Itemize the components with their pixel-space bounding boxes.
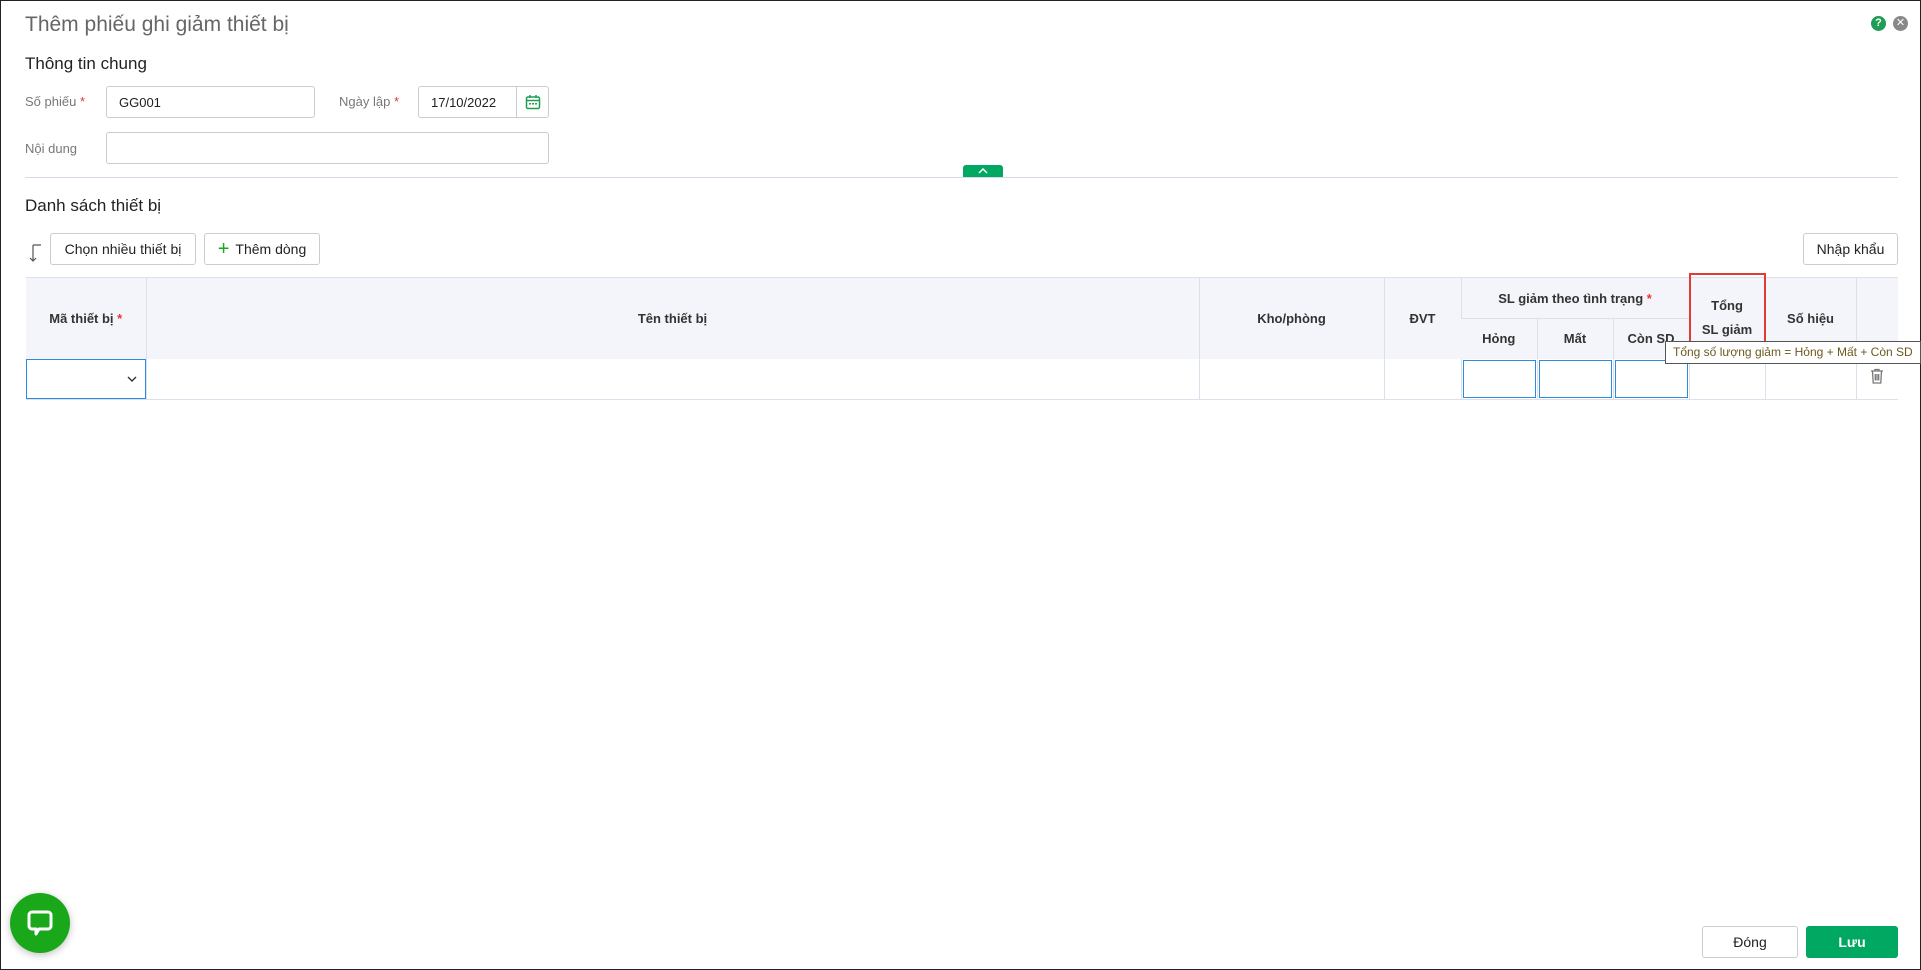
- mat-input[interactable]: [1536, 358, 1613, 400]
- col-kho-phong: Kho/phòng: [1198, 277, 1384, 359]
- trash-icon: [1871, 369, 1884, 384]
- add-row-button[interactable]: + Thêm dòng: [204, 233, 320, 265]
- so-hieu-cell: [1764, 358, 1857, 400]
- kho-phong-cell: [1198, 358, 1384, 400]
- help-icon[interactable]: ?: [1871, 16, 1886, 31]
- highlight-box: [1688, 273, 1766, 349]
- save-button[interactable]: Lưu: [1806, 926, 1898, 958]
- divider: [25, 177, 1898, 178]
- col-mat: Mất: [1536, 318, 1613, 359]
- ngay-lap-input[interactable]: 17/10/2022: [418, 86, 549, 118]
- col-dvt: ĐVT: [1383, 277, 1461, 359]
- hong-input[interactable]: [1460, 358, 1537, 400]
- sort-arrow-icon: [29, 243, 45, 268]
- required-mark: *: [393, 94, 399, 109]
- dvt-cell: [1383, 358, 1461, 400]
- ngay-lap-label: Ngày lập: [339, 94, 391, 109]
- import-button[interactable]: Nhập khẩu: [1803, 233, 1898, 265]
- col-ten-thiet-bi: Tên thiết bị: [145, 277, 1199, 359]
- ngay-lap-value: 17/10/2022: [431, 94, 497, 110]
- delete-row-button[interactable]: [1855, 358, 1899, 400]
- section-general-heading: Thông tin chung: [25, 54, 147, 73]
- so-phieu-input[interactable]: GG001: [106, 86, 315, 118]
- required-mark: *: [79, 94, 86, 109]
- tong-sl-cell: [1688, 358, 1766, 400]
- choose-many-button[interactable]: Chọn nhiều thiết bị: [50, 233, 196, 265]
- collapse-button[interactable]: [963, 165, 1003, 177]
- close-icon[interactable]: ✕: [1893, 16, 1908, 31]
- chevron-up-icon: [978, 168, 988, 174]
- col-hong: Hỏng: [1461, 318, 1537, 359]
- ma-thiet-bi-select[interactable]: [26, 358, 146, 400]
- chevron-down-icon: [127, 376, 136, 382]
- table-row: [26, 358, 1899, 400]
- equipment-table: Mã thiết bị * Tên thiết bị Kho/phòng ĐVT…: [26, 273, 1899, 400]
- add-row-label: Thêm dòng: [235, 241, 307, 257]
- col-ma-thiet-bi: Mã thiết bị *: [26, 277, 146, 359]
- col-sl-giam-group: SL giảm theo tình trạng *: [1460, 277, 1690, 319]
- section-list-heading: Danh sách thiết bị: [25, 196, 162, 215]
- plus-icon: +: [217, 238, 230, 260]
- so-phieu-label: Số phiếu: [25, 94, 77, 109]
- close-button[interactable]: Đóng: [1702, 926, 1798, 958]
- calendar-icon[interactable]: [516, 87, 548, 117]
- noi-dung-input[interactable]: [106, 132, 549, 164]
- page-title: Thêm phiếu ghi giảm thiết bị: [25, 13, 289, 36]
- chat-button[interactable]: [10, 893, 70, 953]
- chat-icon: [27, 910, 53, 936]
- noi-dung-label: Nội dung: [25, 141, 78, 156]
- tooltip: Tổng số lượng giảm = Hỏng + Mất + Còn SD: [1665, 341, 1921, 364]
- ten-thiet-bi-cell: [145, 358, 1199, 400]
- con-sd-input[interactable]: [1612, 358, 1690, 400]
